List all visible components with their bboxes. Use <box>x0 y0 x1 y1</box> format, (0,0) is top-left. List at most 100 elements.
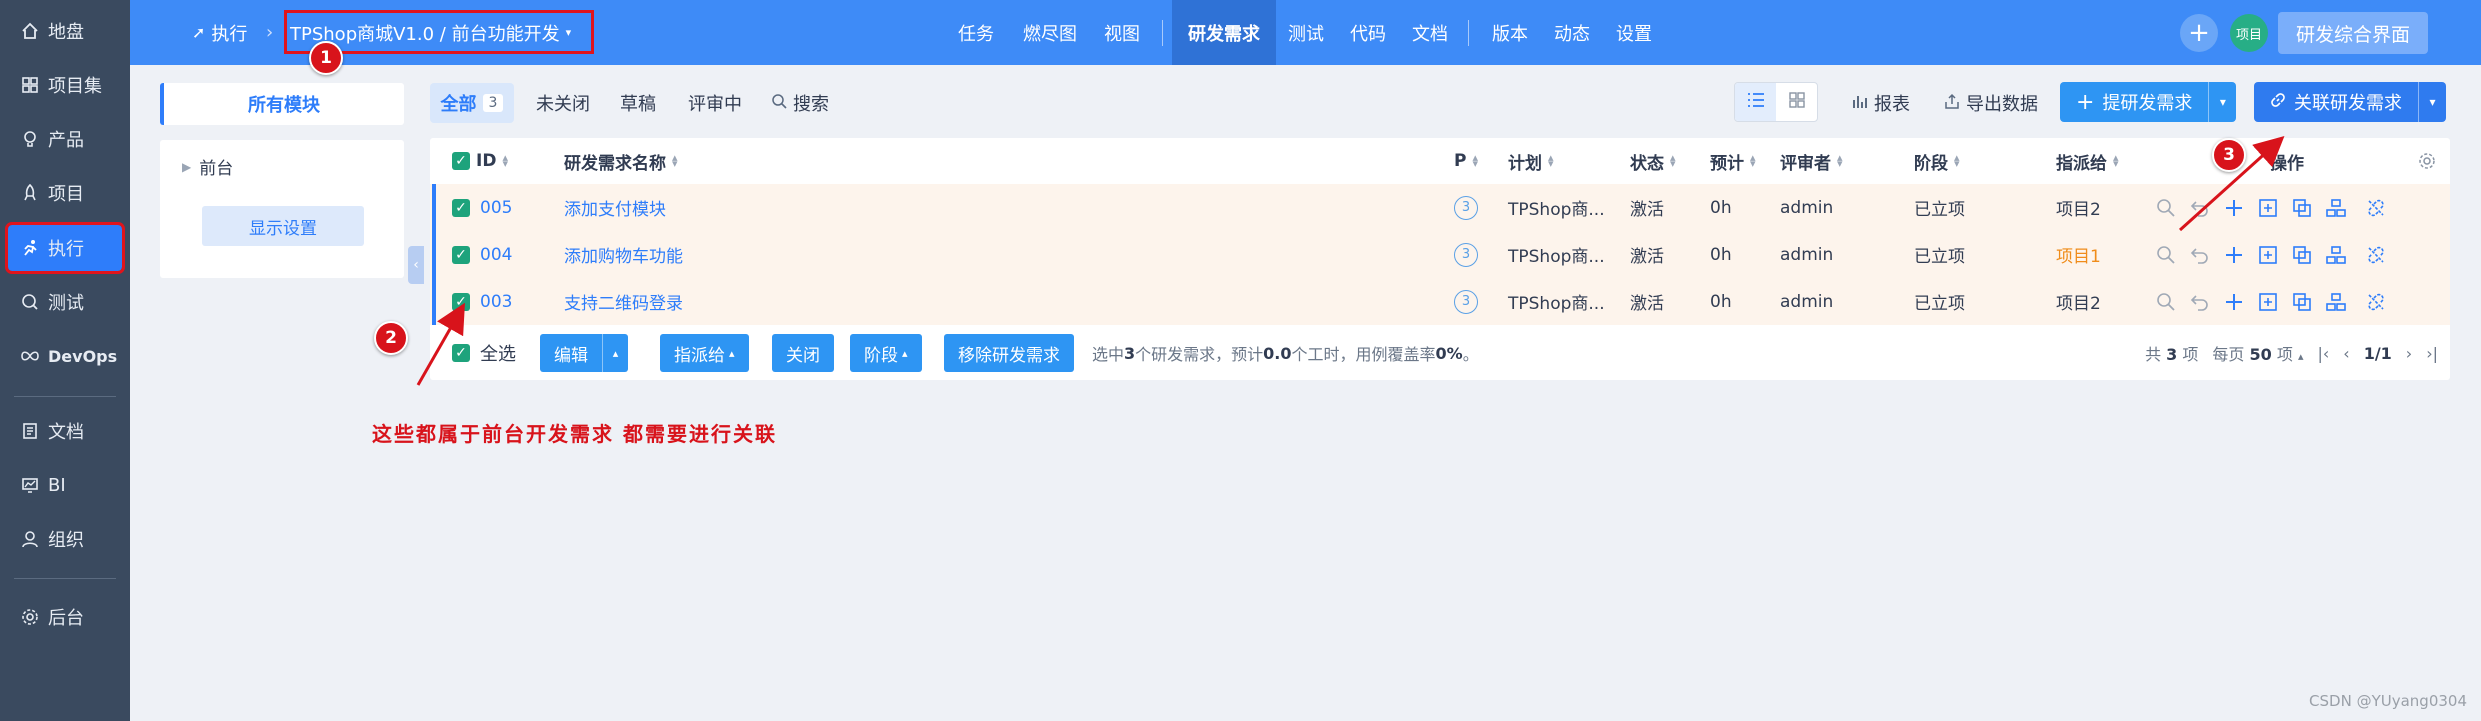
select-all-checkbox[interactable]: ✓ <box>452 152 470 170</box>
add-icon[interactable] <box>2222 290 2246 314</box>
cell-assigned[interactable]: 项目1 <box>2056 231 2101 278</box>
header-status[interactable]: 状态 ▴ ▾ <box>1630 138 1676 184</box>
split-icon[interactable] <box>2324 243 2348 267</box>
batch-assign-button[interactable]: 指派给 ▴ <box>660 334 749 372</box>
header-plan[interactable]: 计划 ▴ ▾ <box>1508 138 1554 184</box>
sidebar-item-project[interactable]: 项目 <box>8 170 122 216</box>
undo-icon[interactable] <box>2188 290 2212 314</box>
batch-unlink-button[interactable]: 移除研发需求 <box>944 334 1074 372</box>
nav-build[interactable]: 版本 <box>1480 0 1540 65</box>
batch-edit-button[interactable]: 编辑 ▴ <box>540 334 628 372</box>
prev-page-icon[interactable]: ‹ <box>2343 344 2349 363</box>
unlink-icon[interactable] <box>2364 290 2388 314</box>
batch-close-main[interactable]: 关闭 <box>772 334 834 372</box>
per-page-select[interactable]: 每页 50 项 ▴ <box>2212 341 2303 365</box>
header-assigned[interactable]: 指派给 ▴ ▾ <box>2056 138 2119 184</box>
chevron-down-icon[interactable]: ▾ <box>2208 82 2236 122</box>
batch-close-button[interactable]: 关闭 <box>772 334 834 372</box>
view-icon[interactable] <box>2154 243 2178 267</box>
batch-edit-main[interactable]: 编辑 <box>540 334 602 372</box>
split-icon[interactable] <box>2324 290 2348 314</box>
header-id[interactable]: ✓ ID ▴ ▾ <box>452 138 508 184</box>
next-page-icon[interactable]: › <box>2406 344 2412 363</box>
split-icon[interactable] <box>2324 196 2348 220</box>
sidebar-item-devops[interactable]: DevOps <box>8 333 122 379</box>
cell-assigned[interactable]: 项目2 <box>2056 184 2101 231</box>
add-icon[interactable] <box>2222 196 2246 220</box>
row-checkbox[interactable]: ✓ <box>452 231 470 278</box>
avatar[interactable]: 项目 <box>2230 14 2268 52</box>
add-icon[interactable] <box>2222 243 2246 267</box>
tab-draft[interactable]: 草稿 <box>620 83 656 123</box>
header-estimate[interactable]: 预计 ▴ ▾ <box>1710 138 1756 184</box>
unlink-icon[interactable] <box>2364 196 2388 220</box>
link-story-main[interactable]: 关联研发需求 <box>2254 82 2418 122</box>
nav-view[interactable]: 视图 <box>1092 0 1152 65</box>
sidebar-item-doc[interactable]: 文档 <box>8 408 122 454</box>
list-view-button[interactable] <box>1735 83 1776 121</box>
display-settings-button[interactable]: 显示设置 <box>202 206 364 246</box>
nav-story[interactable]: 研发需求 <box>1172 0 1276 65</box>
kanban-view-button[interactable] <box>1776 83 1817 121</box>
nav-burndown[interactable]: 燃尽图 <box>1010 0 1090 65</box>
cell-assigned[interactable]: 项目2 <box>2056 278 2101 325</box>
sidebar-item-org[interactable]: 组织 <box>8 516 122 562</box>
batch-assign-main[interactable]: 指派给 ▴ <box>660 334 749 372</box>
first-page-icon[interactable]: |‹ <box>2317 344 2329 363</box>
header-reviewer[interactable]: 评审者 ▴ ▾ <box>1780 138 1843 184</box>
batch-create-icon[interactable] <box>2256 196 2280 220</box>
batch-unlink-main[interactable]: 移除研发需求 <box>944 334 1074 372</box>
create-story-button[interactable]: + 提研发需求 ▾ <box>2060 82 2237 122</box>
link-story-button[interactable]: 关联研发需求 ▾ <box>2254 82 2446 122</box>
table-row[interactable]: ✓ 004 添加购物车功能 3 TPShop商... 激活 0h admin 已… <box>430 231 2450 278</box>
header-stage[interactable]: 阶段 ▴ ▾ <box>1914 138 1960 184</box>
rnd-dashboard-button[interactable]: 研发综合界面 <box>2278 12 2428 54</box>
sidebar-item-dashboard[interactable]: 地盘 <box>8 8 122 54</box>
export-button[interactable]: 导出数据 <box>1944 83 2038 123</box>
report-button[interactable]: 报表 <box>1852 83 1910 123</box>
chevron-down-icon[interactable]: ▾ <box>2418 82 2446 122</box>
module-panel-header[interactable]: 所有模块 <box>160 83 404 125</box>
copy-icon[interactable] <box>2290 243 2314 267</box>
story-id-link[interactable]: 003 <box>480 278 512 325</box>
batch-stage-button[interactable]: 阶段 ▴ <box>850 334 922 372</box>
copy-icon[interactable] <box>2290 290 2314 314</box>
sidebar-item-execution[interactable]: 执行 <box>5 222 125 274</box>
tab-unclosed[interactable]: 未关闭 <box>536 83 590 123</box>
tree-node-frontend[interactable]: ▶ 前台 <box>182 154 233 179</box>
tab-reviewing[interactable]: 评审中 <box>688 83 742 123</box>
sidebar-item-bi[interactable]: BI <box>8 462 122 508</box>
view-icon[interactable] <box>2154 290 2178 314</box>
nav-code[interactable]: 代码 <box>1338 0 1398 65</box>
view-icon[interactable] <box>2154 196 2178 220</box>
story-id-link[interactable]: 005 <box>480 184 512 231</box>
nav-test[interactable]: 测试 <box>1278 0 1334 65</box>
tab-all[interactable]: 全部 3 <box>430 83 514 123</box>
search-toggle[interactable]: 搜索 <box>772 83 829 123</box>
batch-create-icon[interactable] <box>2256 290 2280 314</box>
create-story-main[interactable]: + 提研发需求 <box>2060 82 2208 122</box>
breadcrumb-root[interactable]: ➚ 执行 <box>192 0 247 65</box>
story-name-link[interactable]: 添加支付模块 <box>564 184 666 231</box>
table-row[interactable]: ✓ 005 添加支付模块 3 TPShop商... 激活 0h admin 已立… <box>430 184 2450 231</box>
batch-stage-main[interactable]: 阶段 ▴ <box>850 334 922 372</box>
unlink-icon[interactable] <box>2364 243 2388 267</box>
last-page-icon[interactable]: ›| <box>2426 344 2438 363</box>
row-checkbox[interactable]: ✓ <box>452 278 470 325</box>
header-name[interactable]: 研发需求名称 ▴ ▾ <box>564 138 678 184</box>
sidebar-item-product[interactable]: 产品 <box>8 116 122 162</box>
collapse-sidebar-handle[interactable]: ‹ <box>408 246 424 284</box>
header-priority[interactable]: P ▴ ▾ <box>1454 138 1478 184</box>
sidebar-item-test[interactable]: 测试 <box>8 279 122 325</box>
nav-doc[interactable]: 文档 <box>1400 0 1460 65</box>
caret-up-icon[interactable]: ▴ <box>602 334 628 372</box>
batch-create-icon[interactable] <box>2256 243 2280 267</box>
select-all[interactable]: ✓ 全选 <box>452 326 516 380</box>
sidebar-item-admin[interactable]: 后台 <box>8 594 122 640</box>
story-id-link[interactable]: 004 <box>480 231 512 278</box>
undo-icon[interactable] <box>2188 196 2212 220</box>
nav-settings[interactable]: 设置 <box>1604 0 1664 65</box>
column-settings-icon[interactable] <box>2418 138 2436 184</box>
undo-icon[interactable] <box>2188 243 2212 267</box>
create-plus-button[interactable]: + <box>2180 14 2218 52</box>
